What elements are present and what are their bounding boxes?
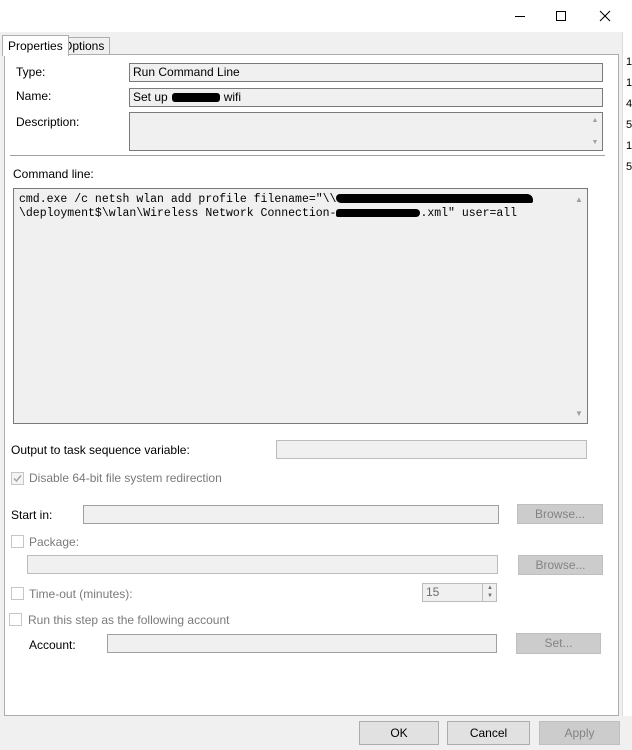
timeout-value: 15 [426, 585, 440, 599]
scroll-down-icon[interactable]: ▼ [571, 405, 587, 421]
redaction-mark [171, 93, 220, 103]
disable-redirection-label: Disable 64-bit file system redirection [29, 471, 222, 485]
dialog-footer [0, 716, 632, 750]
name-value-prefix: Set up [133, 90, 168, 104]
scroll-up-icon[interactable]: ▲ [571, 191, 587, 207]
checkmark-icon [13, 475, 22, 483]
command-line-field[interactable]: cmd.exe /c netsh wlan add profile filena… [13, 188, 588, 424]
command-line-line1: cmd.exe /c netsh wlan add profile filena… [19, 193, 337, 206]
run-as-account-label: Run this step as the following account [28, 613, 230, 627]
section-divider [10, 155, 605, 156]
disable-redirection-checkbox[interactable] [11, 472, 24, 485]
apply-button[interactable]: Apply [539, 721, 620, 745]
description-scrollbar[interactable]: ▲ ▼ [587, 113, 602, 150]
timeout-checkbox[interactable] [11, 587, 24, 600]
minimize-icon [515, 16, 525, 17]
output-variable-label: Output to task sequence variable: [11, 443, 190, 457]
output-variable-field[interactable] [276, 440, 587, 459]
description-field[interactable] [129, 112, 603, 151]
timeout-spinner[interactable]: ▲ ▼ [482, 584, 497, 601]
package-browse-button[interactable]: Browse... [518, 555, 603, 575]
background-digit: 5 [626, 119, 632, 131]
minimize-button[interactable] [498, 0, 542, 32]
run-as-account-checkbox[interactable] [9, 613, 22, 626]
background-digit: 1 [626, 140, 632, 152]
start-in-field[interactable] [83, 505, 499, 524]
maximize-button[interactable] [539, 0, 583, 32]
command-line-scrollbar[interactable]: ▲ ▼ [571, 189, 587, 423]
set-account-button[interactable]: Set... [516, 633, 601, 654]
account-label: Account: [29, 638, 76, 652]
name-label: Name: [16, 89, 52, 103]
redaction-mark [336, 208, 421, 217]
command-line-line2a: \deployment$\wlan\Wireless Network Conne… [19, 207, 337, 220]
timeout-label: Time-out (minutes): [29, 587, 133, 601]
redaction-mark [336, 194, 534, 204]
command-line-text: cmd.exe /c netsh wlan add profile filena… [19, 193, 564, 221]
name-value-suffix: wifi [223, 90, 242, 104]
ok-button[interactable]: OK [359, 721, 439, 745]
account-field[interactable] [107, 634, 497, 653]
start-in-browse-button[interactable]: Browse... [517, 504, 603, 524]
spin-up-icon[interactable]: ▲ [483, 584, 497, 592]
start-in-label: Start in: [11, 508, 53, 522]
background-digit: 4 [626, 98, 632, 110]
scroll-down-icon[interactable]: ▼ [587, 135, 603, 149]
command-line-line2b: .xml" user=all [420, 207, 518, 220]
command-line-label: Command line: [13, 167, 94, 181]
background-digit: 1 [626, 77, 632, 89]
spin-down-icon[interactable]: ▼ [483, 592, 497, 600]
package-field[interactable] [27, 555, 498, 574]
package-label: Package: [29, 535, 80, 549]
name-field[interactable]: Set up wifi [129, 88, 603, 107]
tab-properties[interactable]: Properties [2, 35, 69, 56]
maximize-icon [556, 11, 566, 21]
background-digit: 1 [626, 56, 632, 68]
description-label: Description: [16, 115, 80, 129]
type-field: Run Command Line [129, 63, 603, 82]
scroll-up-icon[interactable]: ▲ [587, 113, 603, 127]
close-icon [599, 10, 611, 22]
close-button[interactable] [583, 0, 627, 32]
cancel-button[interactable]: Cancel [447, 721, 530, 745]
background-digit: 5 [626, 161, 632, 173]
type-label: Type: [16, 65, 46, 79]
package-checkbox[interactable] [11, 535, 24, 548]
